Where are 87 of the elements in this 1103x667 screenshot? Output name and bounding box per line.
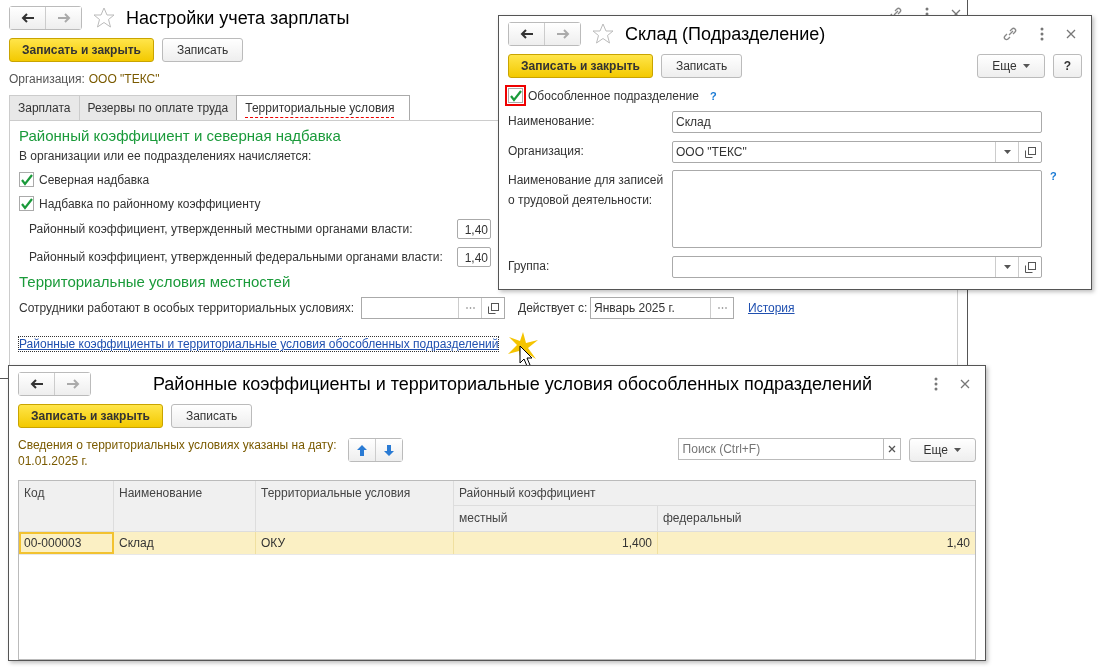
forward-arrow-icon: [555, 29, 570, 39]
tab[interactable]: Резервы по оплате труда: [78, 95, 238, 120]
back-button[interactable]: [10, 7, 46, 29]
name-field[interactable]: Склад: [672, 111, 1042, 133]
window-title: Настройки учета зарплаты: [126, 7, 350, 29]
table-row[interactable]: 00-000003 Склад ОКУ 1,400 1,40: [19, 532, 975, 555]
history-link[interactable]: История: [748, 301, 795, 315]
close-icon[interactable]: [960, 379, 970, 389]
organization-label: Организация:: [9, 72, 85, 86]
field-label: Наименование:: [508, 113, 596, 130]
coefficient-field[interactable]: 1,40: [457, 247, 491, 267]
open-window-icon: [1024, 261, 1036, 273]
more-menu-icon[interactable]: [934, 377, 938, 391]
close-icon[interactable]: [1066, 29, 1076, 39]
column-header: местный: [454, 506, 658, 531]
checkbox[interactable]: [508, 88, 523, 103]
table-cell: ОКУ: [256, 532, 454, 554]
tab[interactable]: Территориальные условия: [236, 95, 410, 120]
save-button[interactable]: Записать: [161, 38, 244, 62]
search-field[interactable]: Поиск (Ctrl+F): [677, 438, 883, 460]
open-window-icon: [1024, 146, 1036, 158]
previous-date-button[interactable]: [349, 439, 376, 461]
coefficient-label: Районный коэффициент, утвержденный местными органами власти:: [29, 222, 414, 236]
table-cell: 1,400: [454, 532, 658, 554]
help-mark[interactable]: ?: [1050, 170, 1057, 182]
intro-text: В организации или ее подразделениях начисляется:: [19, 149, 312, 163]
checkbox[interactable]: [19, 172, 34, 187]
select-field[interactable]: [672, 256, 1042, 278]
back-arrow-icon: [29, 379, 44, 389]
date-label: Сведения о территориальных условиях указаны на дату:: [18, 438, 338, 452]
more-button[interactable]: Еще: [977, 54, 1045, 78]
save-button[interactable]: Записать: [660, 54, 743, 78]
forward-arrow-icon: [56, 13, 71, 23]
next-date-button[interactable]: [376, 439, 402, 461]
table-cell: 00-000003: [19, 532, 114, 554]
more-button[interactable]: Еще: [908, 438, 976, 462]
down-arrow-icon: [384, 444, 394, 456]
column-group-header: Районный коэффициент: [454, 481, 975, 506]
special-conditions-label: Сотрудники работают в особых территориальных условиях:: [19, 301, 356, 315]
select-field[interactable]: ООО "ТЕКС": [672, 141, 1042, 163]
caret-icon: [954, 448, 961, 452]
field-label: Группа:: [508, 258, 551, 275]
field-label: Наименование для записей о трудовой деятельности:: [508, 172, 665, 209]
table-cell: Склад: [114, 532, 256, 554]
more-menu-icon[interactable]: [1040, 27, 1044, 41]
checkbox-label: Надбавка по районному коэффициенту: [39, 196, 261, 211]
column-header: Наименование: [114, 481, 256, 531]
up-arrow-icon: [357, 444, 367, 456]
coefficient-label: Районный коэффициент, утвержденный федеральными органами власти:: [29, 250, 444, 264]
close-icon: [887, 445, 896, 453]
organization-value: ООО "ТЕКС": [88, 72, 160, 86]
back-button[interactable]: [509, 23, 545, 45]
caret-icon: [1003, 150, 1011, 154]
window-title: Склад (Подразделение): [625, 23, 827, 45]
text-area[interactable]: [672, 170, 1042, 248]
checkbox-label: Северная надбавка: [39, 172, 150, 187]
checkbox[interactable]: [19, 196, 34, 211]
column-header: федеральный: [662, 510, 743, 527]
help-mark[interactable]: ?: [709, 89, 717, 102]
section-heading: Районный коэффициент и северная надбавка: [19, 127, 342, 144]
help-button[interactable]: ?: [1052, 54, 1082, 78]
save-button[interactable]: Записать: [170, 404, 253, 428]
subdivisions-link[interactable]: Районные коэффициенты и территориальные условия обособленных подразделений: [19, 337, 499, 351]
table-cell-text: 1,40: [945, 535, 971, 552]
window-title: Районные коэффициенты и территориальные условия обособленных подразделений: [151, 373, 874, 395]
tab[interactable]: Зарплата: [9, 95, 80, 120]
checkbox-label: Обособленное подразделение: [528, 88, 699, 103]
save-and-close-button[interactable]: Записать и закрыть: [18, 404, 163, 428]
back-arrow-icon: [519, 29, 534, 39]
forward-arrow-icon: [65, 379, 80, 389]
field-label: Организация:: [508, 143, 585, 160]
section-heading: Территориальные условия местностей: [19, 273, 292, 290]
save-and-close-button[interactable]: Записать и закрыть: [508, 54, 653, 78]
star-icon[interactable]: [591, 22, 615, 46]
link-icon[interactable]: [1002, 26, 1018, 42]
coefficient-field[interactable]: 1,40: [457, 219, 491, 239]
back-button[interactable]: [19, 373, 55, 395]
save-and-close-button[interactable]: Записать и закрыть: [9, 38, 154, 62]
effective-from-label: Действует с:: [518, 301, 589, 315]
clear-search-button[interactable]: [882, 438, 901, 460]
column-header: Территориальные условия: [256, 481, 454, 531]
star-icon[interactable]: [92, 6, 116, 30]
column-header: Код: [19, 481, 114, 531]
date-value: 01.01.2025 г.: [18, 454, 89, 468]
caret-icon: [1022, 64, 1030, 68]
back-arrow-icon: [20, 13, 35, 23]
caret-icon: [1003, 265, 1011, 269]
